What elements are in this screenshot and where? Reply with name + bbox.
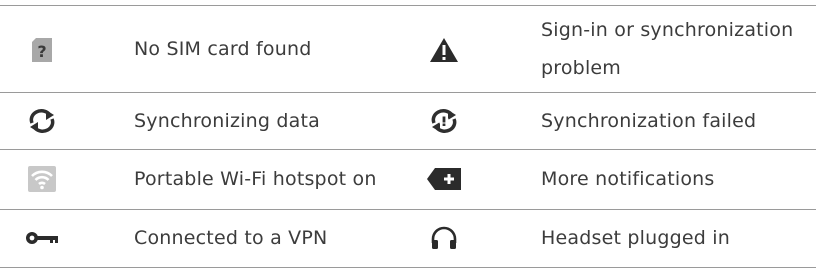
more-notifications-icon <box>420 159 468 199</box>
table-row: Connected to a VPN Headset plugged in <box>0 210 816 267</box>
no-sim-card-icon: ? <box>18 30 66 70</box>
headset-icon <box>420 218 468 258</box>
headset-label: Headset plugged in <box>541 227 730 249</box>
sign-in-problem-label-line2: problem <box>541 57 622 79</box>
sync-failed-label: Synchronization failed <box>541 110 757 132</box>
table-bottom-rule <box>0 267 816 268</box>
sync-failed-icon <box>420 101 468 141</box>
vpn-key-icon <box>18 218 66 258</box>
wifi-hotspot-icon <box>18 159 66 199</box>
more-notifications-label: More notifications <box>541 168 715 190</box>
svg-text:?: ? <box>37 42 46 61</box>
vpn-label: Connected to a VPN <box>134 227 328 249</box>
no-sim-label: No SIM card found <box>134 38 312 60</box>
table-row: Synchronizing data Synchronization faile… <box>0 93 816 149</box>
warning-triangle-icon <box>420 30 468 70</box>
wifi-hotspot-label: Portable Wi-Fi hotspot on <box>134 168 377 190</box>
sign-in-problem-label-line1: Sign-in or synchronization <box>541 19 794 41</box>
table-row: Portable Wi-Fi hotspot on More notificat… <box>0 150 816 209</box>
table-row: ? No SIM card found Sign-in or synchroni… <box>0 6 816 92</box>
status-icon-table: ? No SIM card found Sign-in or synchroni… <box>0 0 816 272</box>
sync-label: Synchronizing data <box>134 110 320 132</box>
sync-icon <box>18 101 66 141</box>
